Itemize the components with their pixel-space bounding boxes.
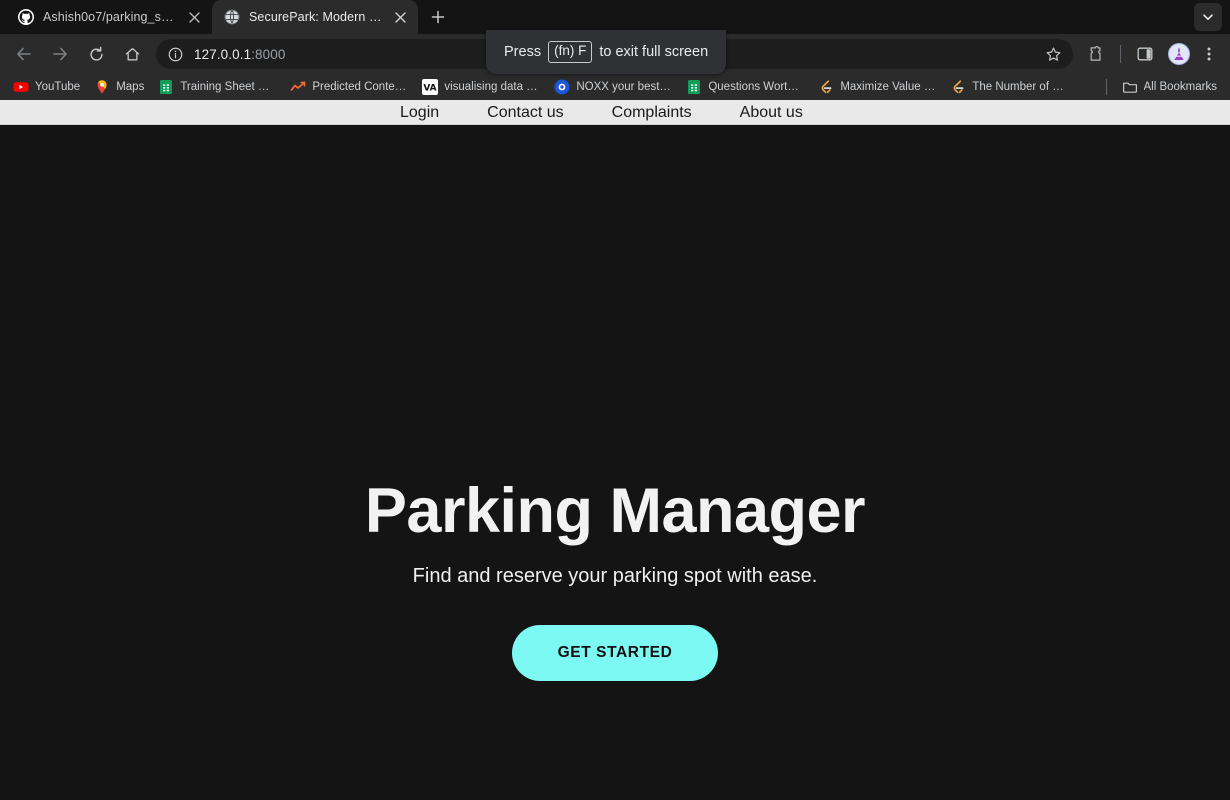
bookmark-label: Questions Worth T... bbox=[708, 81, 805, 93]
hero-subtitle: Find and reserve your parking spot with … bbox=[412, 565, 818, 587]
hero-section: Parking Manager Find and reserve your pa… bbox=[0, 125, 1230, 800]
avatar[interactable] bbox=[1168, 43, 1190, 65]
side-panel-icon[interactable] bbox=[1131, 40, 1159, 68]
url-host: 127.0.0.1 bbox=[194, 46, 252, 62]
bookmarks-bar: YouTube Maps Training Sheet CP... Predic… bbox=[0, 74, 1230, 100]
tab-title: SecurePark: Modern Parking bbox=[249, 10, 382, 24]
get-started-button[interactable]: GET STARTED bbox=[511, 625, 719, 681]
home-button[interactable] bbox=[117, 39, 147, 69]
bookmark-questions-worth[interactable]: Questions Worth T... bbox=[679, 76, 811, 98]
star-icon[interactable] bbox=[1039, 40, 1067, 68]
bookmark-label: visualising data str... bbox=[444, 81, 541, 93]
extensions-button[interactable] bbox=[1082, 40, 1110, 68]
bookmark-predicted-contests[interactable]: Predicted Contests bbox=[283, 76, 415, 98]
bookmark-number-of-go[interactable]: The Number of Go... bbox=[943, 76, 1075, 98]
tab-search-button[interactable] bbox=[1194, 3, 1222, 31]
bookmark-label: Training Sheet CP... bbox=[180, 81, 277, 93]
fullscreen-toast-suffix: to exit full screen bbox=[599, 44, 709, 60]
toolbar-divider bbox=[1120, 45, 1121, 63]
bookmark-label: Maximize Value of... bbox=[840, 81, 937, 93]
bookmark-visualising-data[interactable]: VA visualising data str... bbox=[415, 76, 547, 98]
nav-link-about-us[interactable]: About us bbox=[740, 100, 837, 125]
bookmarks-divider bbox=[1105, 79, 1107, 95]
bookmark-label: YouTube bbox=[35, 81, 81, 93]
leetcode-icon bbox=[818, 79, 834, 95]
bookmark-maximize-value[interactable]: Maximize Value of... bbox=[811, 76, 943, 98]
browser-tab-securepark[interactable]: SecurePark: Modern Parking bbox=[212, 0, 418, 34]
site-navigation: Login Contact us Complaints About us bbox=[0, 100, 1230, 125]
close-icon[interactable] bbox=[185, 8, 203, 26]
fullscreen-toast-key: (fn) F bbox=[548, 41, 593, 63]
reload-button[interactable] bbox=[81, 39, 111, 69]
back-button[interactable] bbox=[9, 39, 39, 69]
fullscreen-exit-toast: Press (fn) F to exit full screen bbox=[486, 30, 727, 74]
bookmark-training-sheet[interactable]: Training Sheet CP... bbox=[151, 76, 283, 98]
bookmark-label: NOXX your best s... bbox=[576, 81, 673, 93]
sheets-icon bbox=[158, 79, 174, 95]
bookmark-noxx[interactable]: NOXX your best s... bbox=[547, 76, 679, 98]
github-icon bbox=[18, 9, 34, 25]
nav-link-contact-us[interactable]: Contact us bbox=[487, 100, 611, 125]
chart-line-icon bbox=[290, 79, 306, 95]
page-viewport: Login Contact us Complaints About us Par… bbox=[0, 100, 1230, 800]
folder-icon bbox=[1122, 79, 1138, 95]
globe-icon bbox=[224, 9, 240, 25]
close-icon[interactable] bbox=[391, 8, 409, 26]
nav-link-login[interactable]: Login bbox=[400, 100, 487, 125]
new-tab-button[interactable] bbox=[424, 3, 452, 31]
browser-window: Ashish0o7/parking_spot SecurePark: Moder… bbox=[0, 0, 1230, 800]
sheets-icon bbox=[686, 79, 702, 95]
bookmark-label: Predicted Contests bbox=[312, 81, 409, 93]
blue-circle-icon bbox=[554, 79, 570, 95]
three-dot-menu-icon[interactable] bbox=[1196, 40, 1222, 68]
fullscreen-toast-prefix: Press bbox=[504, 44, 542, 60]
bookmark-maps[interactable]: Maps bbox=[87, 76, 151, 98]
all-bookmarks-button[interactable]: All Bookmarks bbox=[1115, 76, 1225, 98]
va-icon: VA bbox=[422, 79, 439, 95]
bookmark-youtube[interactable]: YouTube bbox=[6, 76, 87, 98]
all-bookmarks-label: All Bookmarks bbox=[1143, 81, 1218, 93]
forward-button[interactable] bbox=[45, 39, 75, 69]
svg-text:VA: VA bbox=[424, 84, 437, 94]
nav-link-complaints[interactable]: Complaints bbox=[612, 100, 740, 125]
info-circle-icon[interactable] bbox=[164, 43, 186, 65]
browser-tab-parking-spot[interactable]: Ashish0o7/parking_spot bbox=[6, 0, 212, 34]
leetcode-icon bbox=[950, 79, 966, 95]
url-port: :8000 bbox=[251, 46, 286, 62]
maps-pin-icon bbox=[94, 79, 110, 95]
youtube-icon bbox=[13, 79, 29, 95]
bookmark-label: The Number of Go... bbox=[972, 81, 1069, 93]
tab-strip: Ashish0o7/parking_spot SecurePark: Moder… bbox=[0, 0, 1230, 34]
page-title: Parking Manager bbox=[364, 476, 866, 546]
browser-toolbar: 127.0.0.1:8000 Press (fn) F to exit full… bbox=[0, 30, 1230, 74]
bookmark-label: Maps bbox=[116, 81, 145, 93]
tab-title: Ashish0o7/parking_spot bbox=[43, 10, 176, 24]
